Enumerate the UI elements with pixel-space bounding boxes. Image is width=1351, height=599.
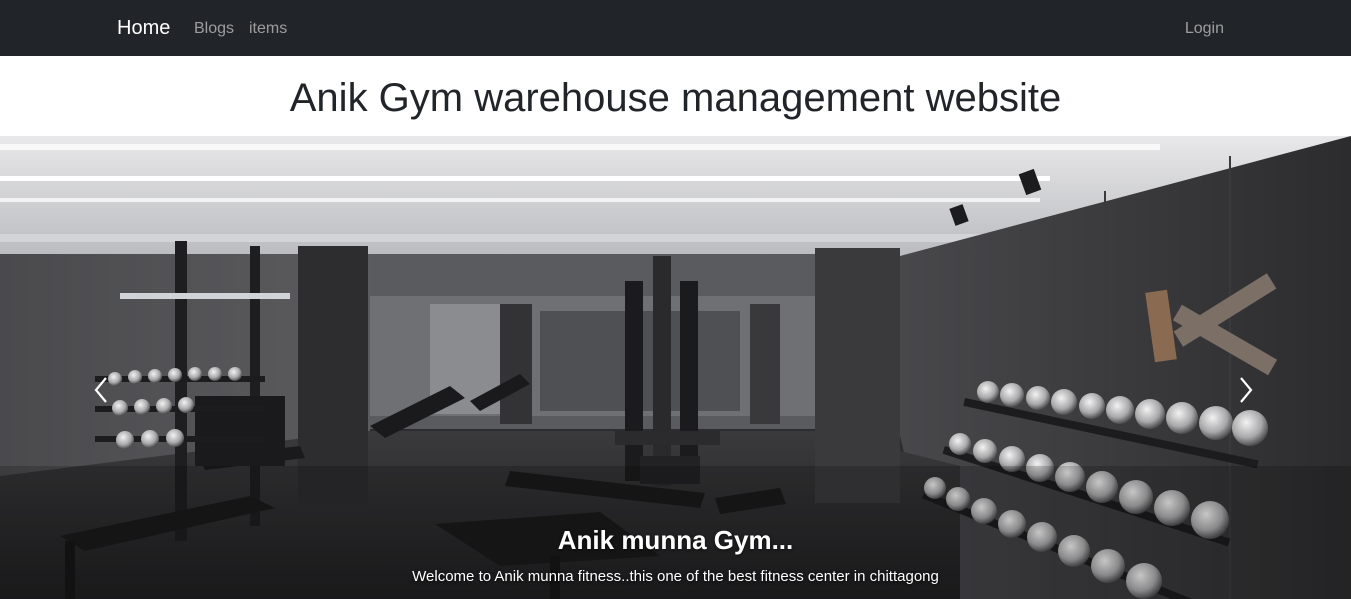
carousel-prev-button[interactable] bbox=[86, 372, 116, 408]
nav-blogs-link[interactable]: Blogs bbox=[194, 19, 234, 39]
hero-carousel: Anik munna Gym... Welcome to Anik munna … bbox=[0, 136, 1351, 599]
chevron-right-icon bbox=[1240, 377, 1253, 403]
chevron-left-icon bbox=[94, 377, 107, 403]
page-title: Anik Gym warehouse management website bbox=[289, 76, 1062, 120]
carousel-caption-text: Welcome to Anik munna fitness..this one … bbox=[412, 568, 939, 585]
nav-items-link[interactable]: items bbox=[249, 19, 287, 39]
carousel-caption-title: Anik munna Gym... bbox=[557, 525, 794, 555]
top-navbar: Home Blogs items Login bbox=[0, 0, 1351, 56]
nav-login-link[interactable]: Login bbox=[1185, 19, 1224, 39]
nav-home-link[interactable]: Home bbox=[117, 16, 170, 40]
carousel-next-button[interactable] bbox=[1231, 372, 1261, 408]
